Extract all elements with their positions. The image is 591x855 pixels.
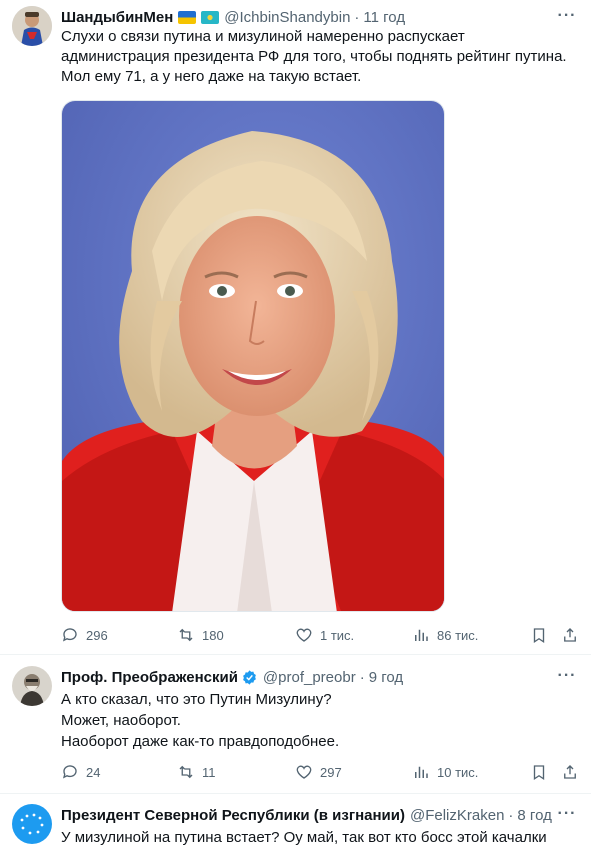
retweet-count: 180 bbox=[202, 627, 224, 643]
views-chart-icon bbox=[415, 629, 428, 641]
retweet-icon bbox=[179, 628, 193, 642]
display-name[interactable]: Проф. Преображенский bbox=[61, 669, 238, 686]
portrait-image bbox=[62, 101, 444, 611]
reply-button[interactable]: 296 bbox=[61, 625, 108, 645]
like-button[interactable]: 297 bbox=[295, 762, 342, 782]
display-name[interactable]: Президент Северной Республики (в изгнани… bbox=[61, 807, 405, 824]
reply-count: 296 bbox=[86, 627, 108, 643]
separator-dot: · bbox=[508, 806, 514, 824]
like-button[interactable]: 1 тис. bbox=[295, 625, 354, 645]
more-options-icon[interactable]: ··· bbox=[557, 666, 577, 686]
user-handle[interactable]: @FelizKraken bbox=[410, 807, 504, 824]
reply-count: 24 bbox=[86, 764, 101, 780]
tweet-photo[interactable] bbox=[61, 100, 445, 612]
bookmark-button[interactable] bbox=[530, 625, 555, 645]
share-icon bbox=[564, 765, 576, 779]
tweet-3[interactable]: Президент Северной Республики (в изгнани… bbox=[0, 794, 591, 855]
retweet-button[interactable]: 180 bbox=[177, 625, 224, 645]
tweet-header: Проф. Преображенский @prof_preobr · 9 го… bbox=[61, 667, 403, 687]
avatar[interactable] bbox=[12, 804, 52, 844]
kazakhstan-flag-icon bbox=[201, 10, 220, 24]
ukraine-flag-icon bbox=[178, 10, 197, 24]
user-handle[interactable]: @prof_preobr bbox=[263, 669, 356, 686]
tweet-text: Слухи о связи путина и мизулиной намерен… bbox=[61, 28, 567, 85]
like-count: 1 тис. bbox=[320, 627, 355, 643]
more-options-icon[interactable]: ··· bbox=[557, 804, 577, 824]
tweet-2[interactable]: Проф. Преображенский @prof_preobr · 9 го… bbox=[0, 655, 591, 793]
retweet-icon bbox=[179, 765, 193, 779]
bookmark-icon bbox=[533, 765, 545, 781]
reply-icon bbox=[62, 628, 77, 642]
avatar[interactable] bbox=[12, 6, 52, 46]
separator-dot: · bbox=[354, 8, 360, 26]
tweet-text: А кто сказал, что это Путин Мизулину? Мо… bbox=[61, 691, 340, 750]
bookmark-button[interactable] bbox=[530, 762, 555, 782]
view-count: 86 тис. bbox=[437, 627, 479, 643]
retweet-count: 11 bbox=[202, 764, 216, 780]
timestamp[interactable]: 8 год bbox=[517, 807, 551, 824]
bookmark-icon bbox=[533, 628, 545, 644]
heart-icon bbox=[296, 765, 312, 779]
tweet-actions: 24 11 297 10 тис. bbox=[61, 762, 581, 782]
tweet-header: Президент Северной Республики (в изгнани… bbox=[61, 805, 552, 825]
reply-icon bbox=[62, 765, 77, 779]
separator-dot: · bbox=[359, 668, 365, 686]
verified-badge-icon bbox=[241, 669, 258, 686]
views-button[interactable]: 10 тис. bbox=[412, 762, 478, 782]
reply-button[interactable]: 24 bbox=[61, 762, 100, 782]
timestamp[interactable]: 9 год bbox=[369, 669, 403, 686]
tweet-header: ШандыбинМен @IchbinShandybin · 11 год bbox=[61, 7, 405, 27]
like-count: 297 bbox=[320, 764, 342, 780]
more-options-icon[interactable]: ··· bbox=[557, 6, 577, 26]
retweet-button[interactable]: 11 bbox=[177, 762, 216, 782]
share-icon bbox=[564, 628, 576, 642]
avatar[interactable] bbox=[12, 666, 52, 706]
view-count: 10 тис. bbox=[437, 764, 479, 780]
heart-icon bbox=[296, 628, 312, 642]
share-button[interactable] bbox=[561, 762, 586, 782]
share-button[interactable] bbox=[561, 625, 586, 645]
views-chart-icon bbox=[415, 766, 428, 778]
tweet-actions: 296 180 1 тис. 86 тис. bbox=[61, 625, 581, 645]
tweet-text: У мизулиной на путина встает? Оу май, та… bbox=[61, 829, 547, 846]
tweet-1[interactable]: ШандыбинМен @IchbinShandybin · 11 год ··… bbox=[0, 0, 591, 654]
timestamp[interactable]: 11 год bbox=[363, 9, 405, 26]
views-button[interactable]: 86 тис. bbox=[412, 625, 478, 645]
user-handle[interactable]: @IchbinShandybin bbox=[224, 9, 350, 26]
display-name[interactable]: ШандыбинМен bbox=[61, 9, 173, 26]
